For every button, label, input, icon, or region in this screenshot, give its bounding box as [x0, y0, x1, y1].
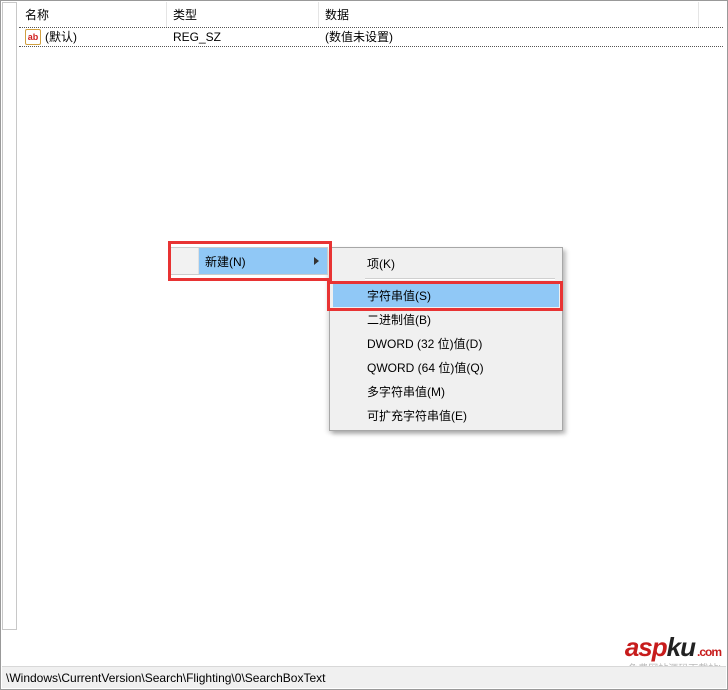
table-row[interactable]: ab (默认) REG_SZ (数值未设置) — [19, 27, 727, 45]
menu-item-label: 二进制值(B) — [367, 311, 431, 328]
reg-string-icon: ab — [25, 29, 41, 45]
menu-item-label: 可扩充字符串值(E) — [367, 407, 467, 424]
statusbar: \Windows\CurrentVersion\Search\Flighting… — [2, 666, 726, 688]
cell-name: ab (默认) — [19, 28, 167, 45]
menu-item-dword[interactable]: DWORD (32 位)值(D) — [333, 331, 559, 355]
cell-data: (数值未设置) — [319, 28, 699, 45]
menu-item-binary[interactable]: 二进制值(B) — [333, 307, 559, 331]
watermark-com: .com — [697, 645, 721, 659]
menu-new-label: 新建(N) — [205, 253, 246, 270]
menu-item-label: DWORD (32 位)值(D) — [367, 335, 482, 352]
menu-icon-gutter — [171, 248, 199, 274]
registry-window: 名称 类型 数据 ab (默认) REG_SZ (数值未设置) 新建(N) 项(… — [0, 0, 728, 690]
col-header-name[interactable]: 名称 — [19, 2, 167, 27]
context-submenu-new: 项(K) 字符串值(S) 二进制值(B) DWORD (32 位)值(D) QW… — [329, 247, 563, 431]
menu-item-qword[interactable]: QWORD (64 位)值(Q) — [333, 355, 559, 379]
context-menu-new[interactable]: 新建(N) — [170, 247, 328, 275]
menu-separator — [365, 278, 555, 280]
watermark-ku: ku — [667, 632, 695, 663]
value-name: (默认) — [45, 28, 77, 45]
menu-item-multistring[interactable]: 多字符串值(M) — [333, 379, 559, 403]
menu-item-label: QWORD (64 位)值(Q) — [367, 359, 484, 376]
statusbar-path: \Windows\CurrentVersion\Search\Flighting… — [6, 671, 325, 685]
col-header-type[interactable]: 类型 — [167, 2, 319, 27]
list-header: 名称 类型 数据 — [19, 3, 727, 27]
col-header-data[interactable]: 数据 — [319, 2, 699, 27]
selection-dotted-bottom — [19, 46, 723, 47]
menu-item-string[interactable]: 字符串值(S) — [333, 283, 559, 307]
tree-scrollbar-placeholder[interactable] — [2, 2, 17, 630]
menu-item-key[interactable]: 项(K) — [333, 251, 559, 275]
menu-item-label: 字符串值(S) — [367, 287, 431, 304]
menu-item-expandstring[interactable]: 可扩充字符串值(E) — [333, 403, 559, 427]
selection-dotted-top — [19, 27, 723, 28]
menu-item-label: 多字符串值(M) — [367, 383, 445, 400]
chevron-right-icon — [314, 257, 319, 265]
watermark-asp: asp — [625, 632, 667, 663]
cell-type: REG_SZ — [167, 30, 319, 44]
watermark-logo: aspku.com — [625, 632, 721, 663]
menu-item-label: 项(K) — [367, 255, 395, 272]
